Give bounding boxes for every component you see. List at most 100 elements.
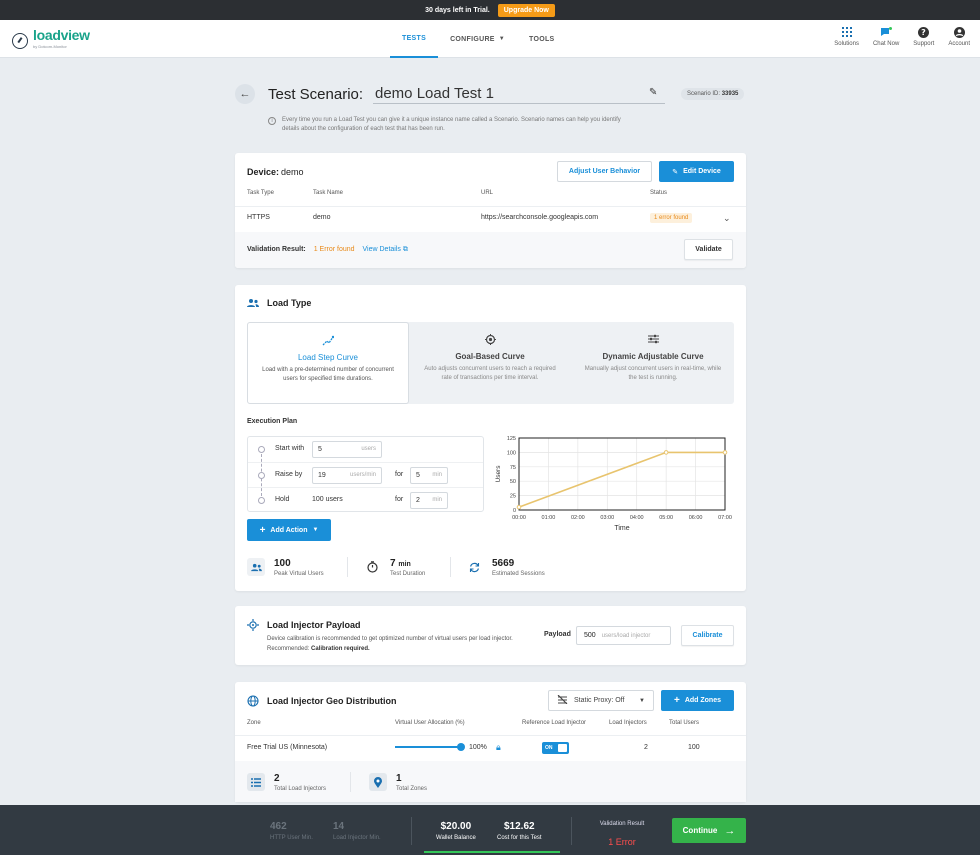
chat-now-button[interactable]: Chat Now xyxy=(873,26,899,47)
caret-down-icon: ▼ xyxy=(312,527,319,533)
refresh-icon xyxy=(465,558,483,576)
load-injector-min: 14 Load Injector Min. xyxy=(333,821,381,841)
pencil-icon: ✎ xyxy=(672,168,679,176)
step-curve-icon xyxy=(248,335,408,347)
scenario-name-input[interactable]: demo Load Test 1 xyxy=(373,82,665,104)
x-tick-label: 00:00 xyxy=(512,515,526,521)
col-reference-injector: Reference Load Injector xyxy=(522,720,587,726)
calibrate-button[interactable]: Calibrate xyxy=(681,625,734,646)
users-icon xyxy=(247,558,265,576)
payload-title: Load Injector Payload xyxy=(247,619,361,631)
view-details-link[interactable]: View Details ⧉ xyxy=(363,246,408,253)
allocation-slider[interactable] xyxy=(395,743,465,751)
static-proxy-select[interactable]: Static Proxy: Off ▼ xyxy=(548,690,654,711)
data-point xyxy=(722,450,728,455)
nav-tests[interactable]: TESTS xyxy=(390,20,439,58)
x-axis-label: Time xyxy=(614,525,629,532)
x-tick-label: 02:00 xyxy=(571,515,585,521)
validation-error-count[interactable]: 1 Error xyxy=(592,837,652,847)
data-point xyxy=(663,450,669,455)
trial-banner: 30 days left in Trial. Upgrade Now xyxy=(0,0,980,20)
load-curve-svg: 0 25 50 75 100 125 00:00 01:00 02:00 03:00 04:00 05… xyxy=(495,436,732,532)
plot-area xyxy=(518,437,726,511)
task-url: https://searchconsole.googleapis.com xyxy=(481,214,599,221)
account-button[interactable]: Account xyxy=(948,26,970,47)
main-nav: TESTS CONFIGURE ▼ TOOLS xyxy=(390,20,567,58)
x-tick-label: 04:00 xyxy=(630,515,644,521)
y-tick-label: 125 xyxy=(507,436,516,442)
support-button[interactable]: ? Support xyxy=(913,26,934,47)
hold-users: 100 users xyxy=(312,496,343,503)
total-users-count: 100 xyxy=(688,744,700,751)
payload-card: Load Injector Payload Device calibration… xyxy=(235,606,746,665)
stat-total-injectors: 2 Total Load Injectors xyxy=(247,770,326,794)
plan-row-hold: Hold 100 users for 2 min xyxy=(248,487,483,512)
col-load-injectors: Load Injectors xyxy=(609,720,647,726)
x-tick-label: 06:00 xyxy=(689,515,703,521)
footer-validation: Validation Result 1 Error xyxy=(592,821,652,847)
task-name: demo xyxy=(313,214,331,221)
col-task-type: Task Type xyxy=(247,190,274,196)
curve-goal-based[interactable]: Goal-Based Curve Auto adjusts concurrent… xyxy=(409,322,571,404)
payload-label: Payload xyxy=(544,631,571,638)
plus-icon: + xyxy=(673,695,680,706)
stat-estimated-sessions: 5669 Estimated Sessions xyxy=(465,555,545,579)
lock-icon[interactable]: 🔒︎ xyxy=(496,742,501,753)
col-total-users: Total Users xyxy=(669,720,700,726)
y-tick-label: 0 xyxy=(513,508,516,514)
payload-input[interactable]: 500 users/load injector xyxy=(576,626,671,645)
back-arrow-icon[interactable]: ← xyxy=(235,84,255,104)
add-action-button[interactable]: + Add Action ▼ xyxy=(247,519,331,541)
crosshair-icon xyxy=(247,619,259,631)
curve-selector: Load Step Curve Load with a pre-determin… xyxy=(247,322,734,404)
zone-name: Free Trial US (Minnesota) xyxy=(247,744,328,751)
logo[interactable]: loadview by Dotcom-Monitor xyxy=(12,28,90,53)
curve-load-step[interactable]: Load Step Curve Load with a pre-determin… xyxy=(247,322,409,404)
load-stats: 100 Peak Virtual Users 7 min Test Duration… xyxy=(247,555,734,579)
upgrade-button[interactable]: Upgrade Now xyxy=(497,3,555,17)
load-type-card: Load Type Load Step Curve Load with a pr… xyxy=(235,285,746,591)
sliders-icon xyxy=(572,334,734,346)
logo-gauge-icon xyxy=(12,33,28,49)
validation-result: Validation Result: 1 Error found View De… xyxy=(247,246,408,253)
continue-button[interactable]: Continue → xyxy=(672,818,746,843)
target-icon xyxy=(409,334,571,346)
col-task-name: Task Name xyxy=(313,190,344,196)
hold-duration-input[interactable]: 2 min xyxy=(410,492,448,509)
execution-plan-title: Execution Plan xyxy=(247,418,298,425)
validate-button[interactable]: Validate xyxy=(684,239,733,260)
allocation-value: 100% xyxy=(469,744,487,751)
data-point xyxy=(516,504,522,510)
edit-device-button[interactable]: ✎ Edit Device xyxy=(659,161,734,182)
chevron-down-icon[interactable]: ⌄ xyxy=(723,213,731,224)
svg-text:?: ? xyxy=(921,28,926,37)
col-status: Status xyxy=(650,190,668,196)
raise-duration-input[interactable]: 5 min xyxy=(410,467,448,484)
curve-dynamic-adjustable[interactable]: Dynamic Adjustable Curve Manually adjust… xyxy=(572,322,734,404)
start-users-input[interactable]: 5 users xyxy=(312,441,382,458)
stat-test-duration: 7 min Test Duration xyxy=(363,555,425,579)
x-tick-label: 01:00 xyxy=(542,515,556,521)
add-zones-button[interactable]: + Add Zones xyxy=(661,690,734,711)
raise-users-input[interactable]: 19 users/min xyxy=(312,467,382,484)
solutions-button[interactable]: Solutions xyxy=(834,26,859,47)
x-tick-label: 03:00 xyxy=(600,515,614,521)
device-title: Device: demo xyxy=(247,167,304,177)
info-icon: i xyxy=(268,117,276,125)
nav-tools[interactable]: TOOLS xyxy=(517,20,566,58)
stopwatch-icon xyxy=(363,558,381,576)
adjust-user-behavior-button[interactable]: Adjust User Behavior xyxy=(557,161,652,182)
execution-plan: Start with 5 users Raise by 19 users/min f… xyxy=(247,436,484,512)
edit-pencil-icon[interactable]: ✎ xyxy=(649,87,657,98)
caret-down-icon: ▼ xyxy=(498,36,506,42)
col-zone: Zone xyxy=(247,720,261,726)
y-tick-label: 100 xyxy=(507,450,516,456)
user-icon xyxy=(953,26,965,38)
load-curve-chart: 0 25 50 75 100 125 00:00 01:00 02:00 03:00 04:00 05… xyxy=(491,430,736,538)
y-axis-label: Users xyxy=(495,465,502,483)
x-tick-label: 05:00 xyxy=(659,515,673,521)
plan-row-start: Start with 5 users xyxy=(248,437,483,462)
reference-injector-toggle[interactable]: ON xyxy=(542,742,569,754)
nav-configure[interactable]: CONFIGURE ▼ xyxy=(438,20,517,58)
geo-distribution-card: Load Injector Geo Distribution Static Pr… xyxy=(235,682,746,802)
